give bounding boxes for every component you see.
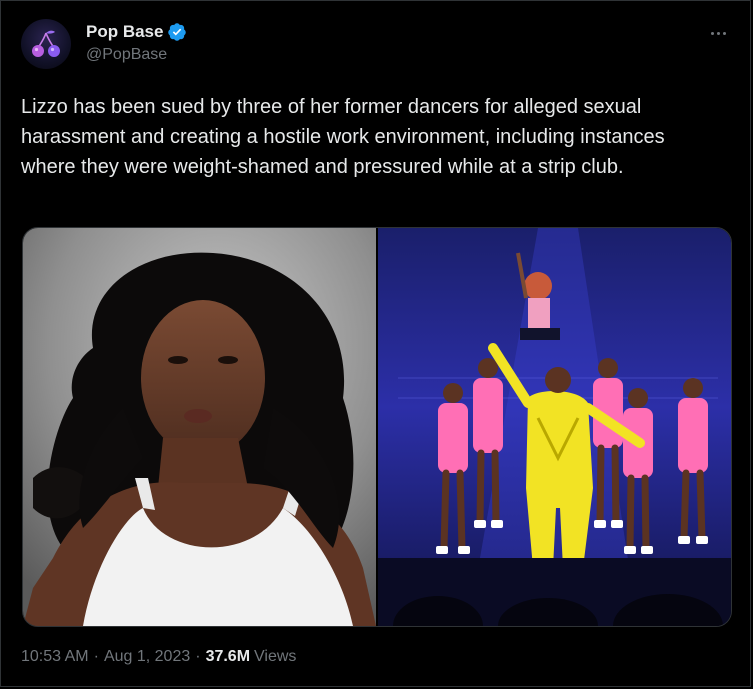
- cherry-logo-icon: [32, 30, 60, 57]
- separator: ·: [93, 648, 99, 665]
- portrait-photo[interactable]: [23, 228, 376, 626]
- more-options-icon[interactable]: [706, 25, 730, 41]
- handle[interactable]: @PopBase: [86, 46, 187, 64]
- avatar[interactable]: [21, 19, 71, 69]
- dot: [722, 31, 726, 35]
- tweet-meta: 10:53 AM · Aug 1, 2023 · 37.6M Views: [21, 648, 296, 666]
- timestamp-time[interactable]: 10:53 AM: [21, 648, 89, 666]
- separator: ·: [195, 648, 201, 665]
- views-label: Views: [254, 648, 297, 665]
- concert-stage-photo[interactable]: [378, 228, 731, 626]
- display-name[interactable]: Pop Base: [86, 22, 163, 42]
- dot: [716, 31, 720, 35]
- verified-badge-icon[interactable]: [167, 22, 187, 42]
- dot: [710, 31, 714, 35]
- tweet-text: Lizzo has been sued by three of her form…: [21, 96, 665, 178]
- tweet-header: Pop Base @PopBase: [21, 19, 730, 71]
- author-names: Pop Base @PopBase: [86, 21, 187, 64]
- timestamp-date[interactable]: Aug 1, 2023: [104, 648, 190, 666]
- views-count[interactable]: 37.6M: [206, 648, 250, 666]
- tweet-card: Pop Base @PopBase Lizzo has been sued by…: [0, 0, 751, 687]
- media-grid: [22, 227, 732, 627]
- display-name-row: Pop Base: [86, 21, 187, 43]
